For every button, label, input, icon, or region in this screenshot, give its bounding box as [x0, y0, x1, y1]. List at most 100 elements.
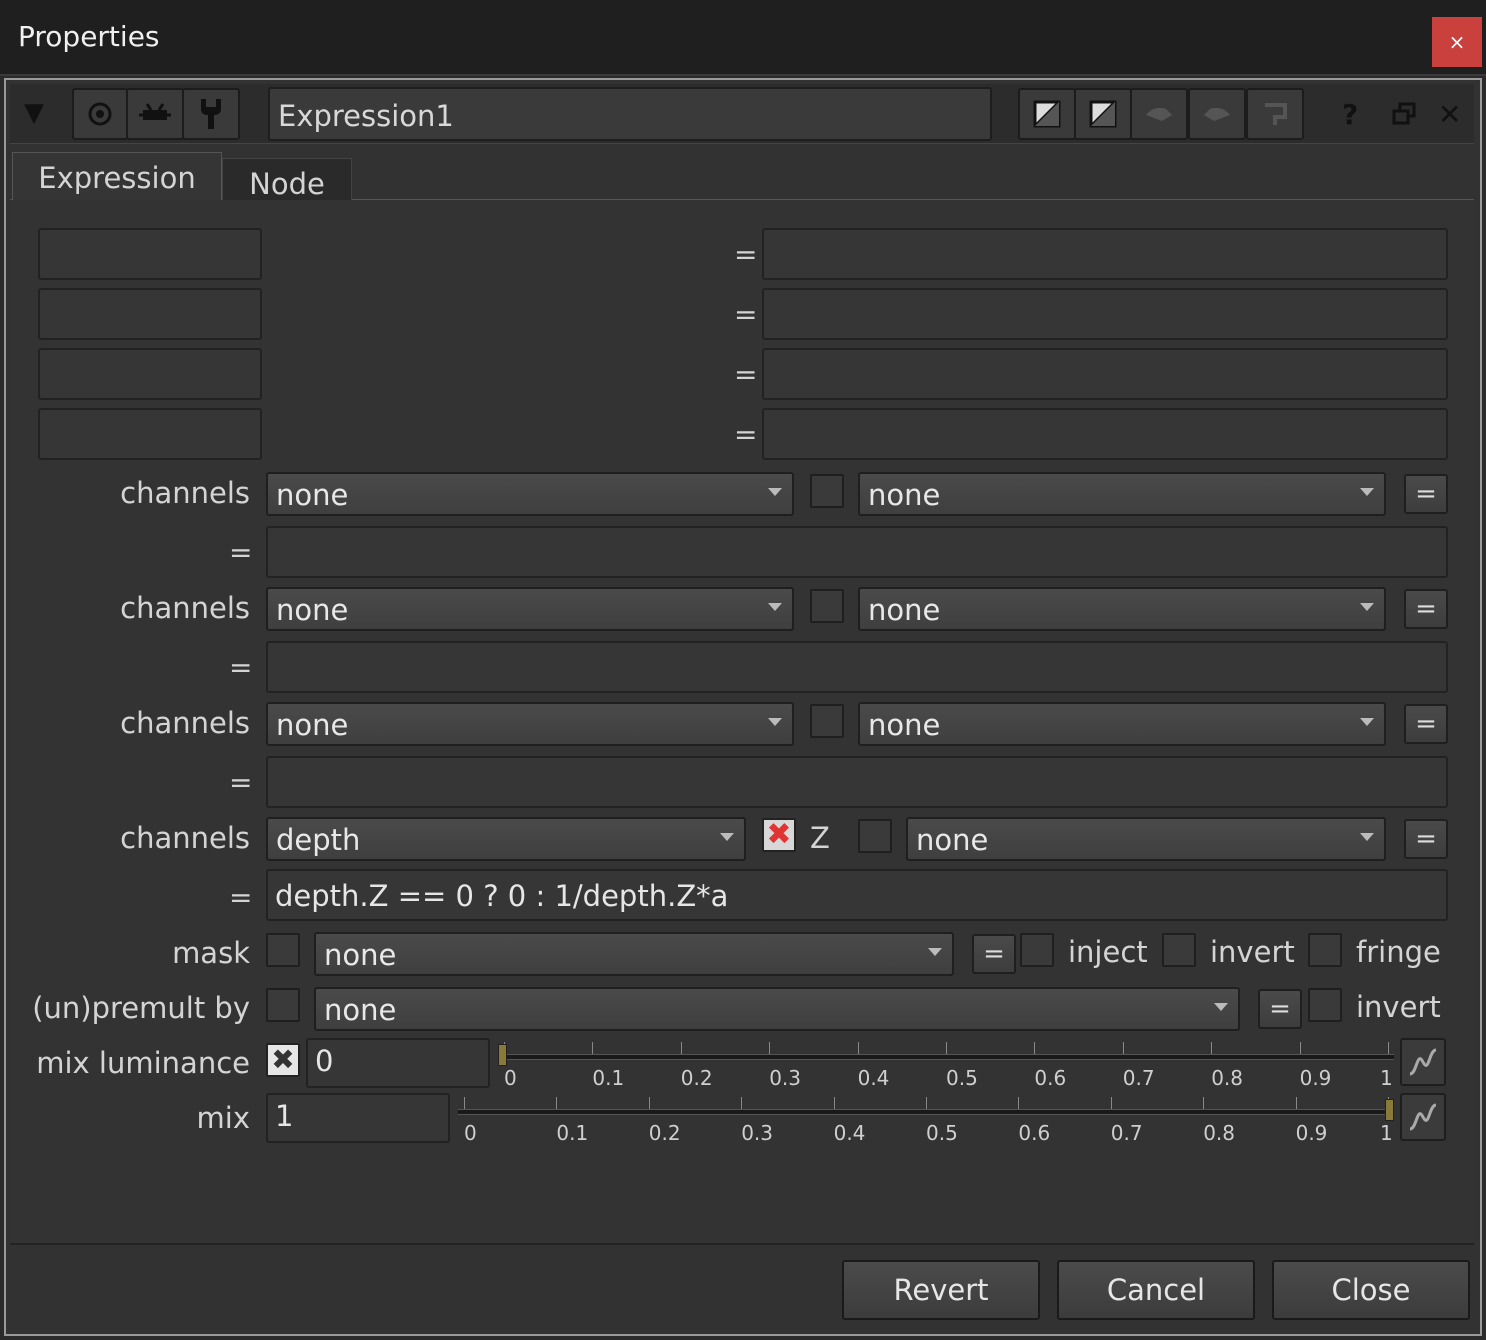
channel-checkbox[interactable] — [810, 589, 844, 623]
revert-button[interactable] — [1246, 88, 1304, 140]
collapse-arrow-icon[interactable]: ▼ — [24, 98, 44, 128]
curve-icon — [1409, 1103, 1437, 1131]
mix-luminance-slider-tick-label: 0.8 — [1211, 1066, 1243, 1090]
settings-wrench-icon — [201, 99, 221, 129]
mix-luminance-slider-tick — [1299, 1042, 1301, 1054]
mix-slider-tick-label: 0.7 — [1110, 1121, 1143, 1145]
premult-invert-checkbox[interactable] — [1308, 988, 1342, 1022]
node-name-field[interactable]: Expression1 — [268, 87, 992, 141]
undo-button[interactable] — [1130, 88, 1188, 140]
channels-label: channels — [120, 821, 250, 855]
mix-luminance-slider-tick — [680, 1042, 682, 1054]
temp-name-field[interactable] — [38, 408, 262, 460]
viewer-button[interactable] — [72, 88, 128, 140]
settings-button[interactable] — [182, 88, 240, 140]
mask-link-button[interactable]: = — [972, 934, 1016, 974]
mix-slider-tick-label: 0.9 — [1295, 1121, 1328, 1145]
channel-checkbox[interactable] — [810, 474, 844, 508]
mix-luminance-slider-tick — [1122, 1042, 1124, 1054]
color-swatch-button-2[interactable] — [1074, 88, 1132, 140]
channels-dropdown[interactable]: none — [266, 472, 794, 516]
mix-luminance-slider-tick — [1211, 1042, 1213, 1054]
mix-slider-tick — [1110, 1097, 1112, 1109]
mask-checkbox[interactable] — [266, 933, 300, 967]
mix-slider-tick — [1203, 1097, 1205, 1109]
tab-node[interactable]: Node — [222, 158, 352, 201]
mix-luminance-curve-button[interactable] — [1400, 1038, 1446, 1086]
channels-label: channels — [120, 476, 250, 510]
input-button[interactable] — [126, 88, 184, 140]
mix-slider-handle[interactable] — [1385, 1099, 1394, 1121]
component-z-label: Z — [810, 821, 830, 855]
equals-label: = — [229, 766, 253, 799]
expression-field[interactable] — [266, 526, 1448, 578]
layer-dropdown[interactable]: none — [858, 702, 1386, 746]
mix-slider-track[interactable] — [458, 1109, 1394, 1115]
channels-dropdown[interactable]: depth — [266, 817, 746, 861]
revert-icon — [1265, 103, 1287, 125]
expression-field[interactable]: depth.Z == 0 ? 0 : 1/depth.Z*a — [266, 869, 1448, 921]
link-equals-button[interactable]: = — [1404, 474, 1448, 514]
mix-luminance-slider-tick — [592, 1042, 594, 1054]
layer-dropdown[interactable]: none — [906, 817, 1386, 861]
temp-expr-field[interactable] — [762, 408, 1448, 460]
bottom-separator — [10, 1243, 1474, 1245]
mix-luminance-input[interactable]: 0 — [306, 1038, 490, 1088]
redo-button[interactable] — [1188, 88, 1246, 140]
mix-luminance-slider-tick — [946, 1042, 947, 1054]
expression-field[interactable] — [266, 756, 1448, 808]
premult-checkbox[interactable] — [266, 988, 300, 1022]
temp-expr-field[interactable] — [762, 288, 1448, 340]
invert-label: invert — [1210, 935, 1295, 969]
layer-dropdown[interactable]: none — [858, 587, 1386, 631]
mix-slider-tick-label: 0.5 — [926, 1121, 958, 1145]
channels-label: channels — [120, 706, 250, 740]
premult-dropdown[interactable]: none — [314, 987, 1240, 1031]
channels-dropdown[interactable]: none — [266, 702, 794, 746]
mix-slider-tick — [464, 1097, 465, 1109]
mix-slider-tick-label: 0 — [464, 1121, 477, 1145]
cancel-button[interactable]: Cancel — [1057, 1260, 1255, 1320]
mix-input[interactable]: 1 — [266, 1093, 450, 1143]
mix-luminance-slider[interactable]: 0 0.1 0.2 0.3 0.4 0.5 0.6 0.7 0.8 0.9 1 — [498, 1040, 1394, 1090]
link-equals-button[interactable]: = — [1404, 589, 1448, 629]
channels-dropdown[interactable]: none — [266, 587, 794, 631]
mix-slider[interactable]: 0 0.1 0.2 0.3 0.4 0.5 0.6 0.7 0.8 0.9 1 — [458, 1095, 1394, 1145]
float-icon[interactable] — [1392, 100, 1416, 133]
viewer-icon — [88, 102, 112, 126]
tab-expression[interactable]: Expression — [12, 152, 222, 200]
mix-luminance-slider-tick-label: 0.9 — [1299, 1066, 1332, 1090]
chevron-down-icon — [768, 488, 782, 496]
invert-mask-checkbox[interactable] — [1162, 933, 1196, 967]
temp-name-field[interactable] — [38, 348, 262, 400]
link-equals-button[interactable]: = — [1404, 704, 1448, 744]
temp-expr-field[interactable] — [762, 348, 1448, 400]
mask-label: mask — [172, 936, 250, 970]
premult-link-button[interactable]: = — [1258, 989, 1302, 1029]
mix-luminance-slider-track[interactable] — [498, 1054, 1394, 1060]
layer-dropdown[interactable]: none — [858, 472, 1386, 516]
close-icon[interactable]: ✕ — [1438, 98, 1461, 131]
temp-expr-field[interactable] — [762, 228, 1448, 280]
layer-value: none — [868, 478, 941, 512]
fringe-checkbox[interactable] — [1308, 933, 1342, 967]
mix-luminance-slider-handle[interactable] — [498, 1044, 507, 1066]
mask-dropdown[interactable]: none — [314, 932, 954, 976]
mix-luminance-checkbox[interactable]: ✖ — [266, 1043, 300, 1077]
temp-name-field[interactable] — [38, 228, 262, 280]
channel-checkbox[interactable] — [858, 819, 892, 853]
premult-label: (un)premult by — [32, 991, 250, 1025]
mix-luminance-slider-tick — [769, 1042, 771, 1054]
help-icon[interactable]: ? — [1342, 98, 1358, 131]
channel-checkbox[interactable] — [810, 704, 844, 738]
link-equals-button[interactable]: = — [1404, 819, 1448, 859]
revert-button[interactable]: Revert — [842, 1260, 1040, 1320]
component-z-checkbox[interactable]: ✖ — [762, 818, 796, 852]
mix-curve-button[interactable] — [1400, 1093, 1446, 1141]
window-close-button[interactable]: × — [1432, 17, 1482, 67]
expression-field[interactable] — [266, 641, 1448, 693]
inject-checkbox[interactable] — [1020, 933, 1054, 967]
color-swatch-button-1[interactable] — [1018, 88, 1076, 140]
temp-name-field[interactable] — [38, 288, 262, 340]
close-button[interactable]: Close — [1272, 1260, 1470, 1320]
